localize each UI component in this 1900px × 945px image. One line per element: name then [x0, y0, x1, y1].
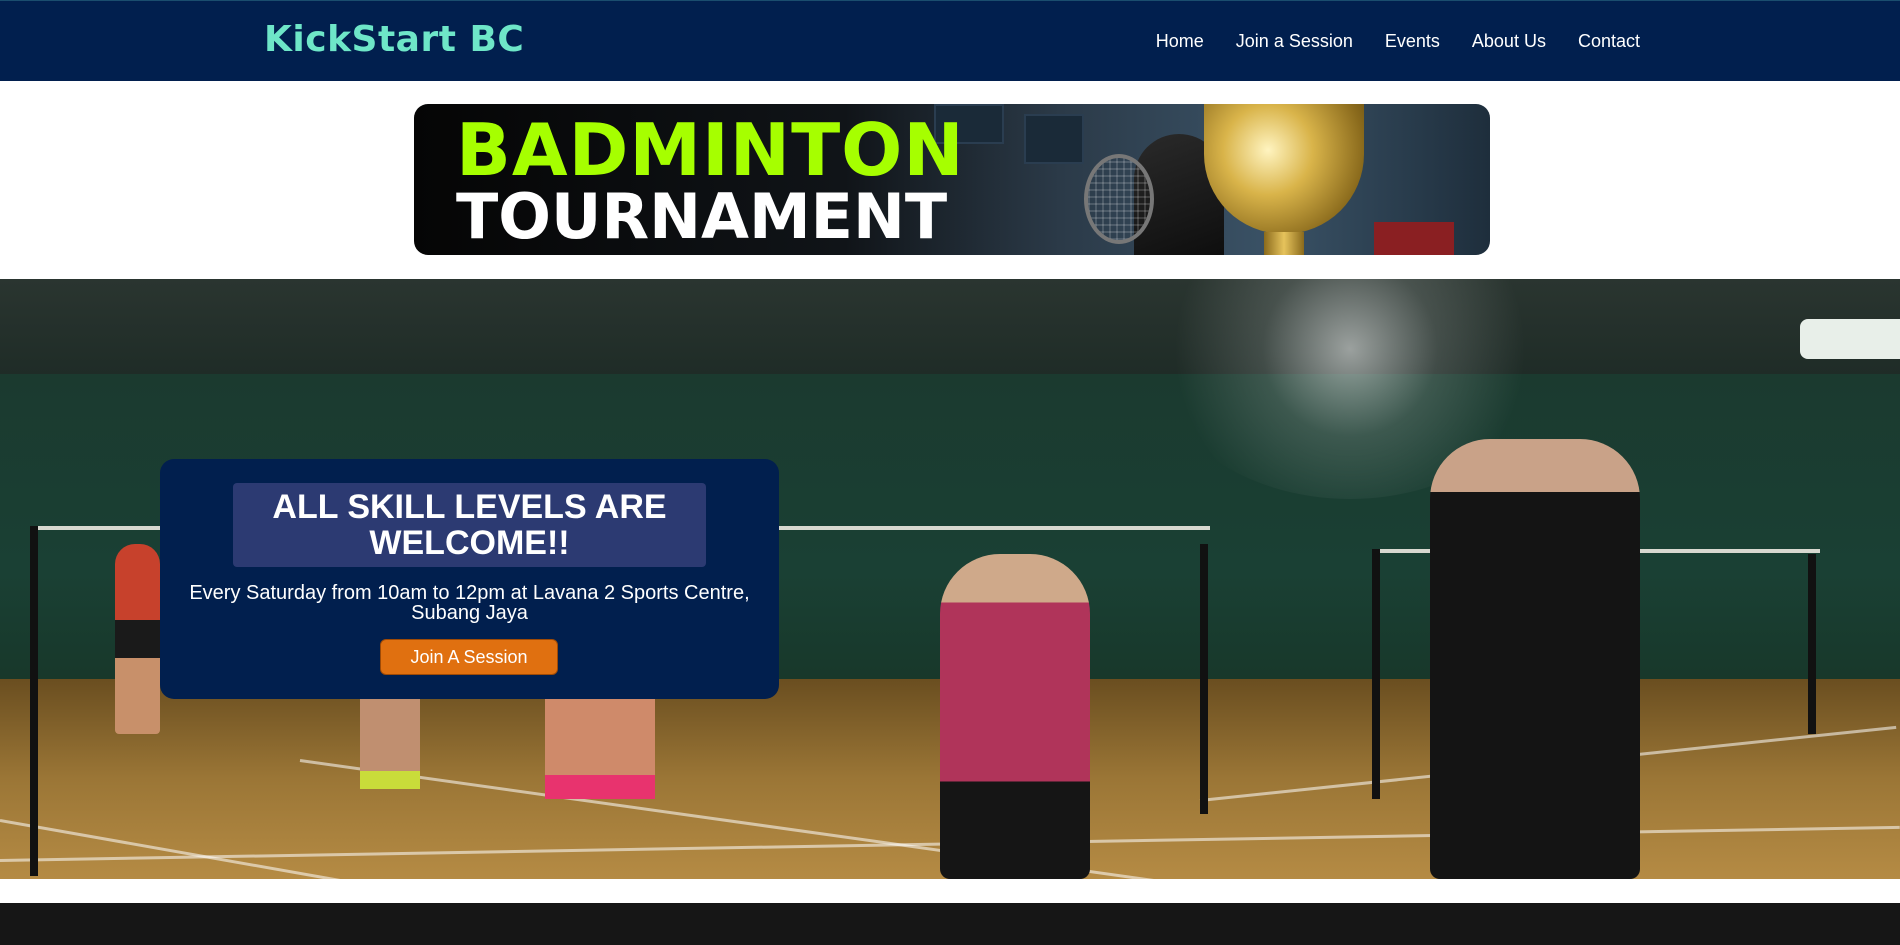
trophy-image: [1204, 104, 1364, 234]
trophy-stem: [1264, 232, 1304, 255]
tournament-banner[interactable]: BADMINTON TOURNAMENT: [414, 104, 1490, 255]
join-session-button[interactable]: Join A Session: [380, 639, 558, 675]
hero-callout-card: ALL SKILL LEVELS ARE WELCOME!! Every Sat…: [160, 459, 779, 699]
site-logo[interactable]: KickStart BC: [264, 19, 524, 60]
nav-link-about-us[interactable]: About Us: [1472, 31, 1546, 52]
hero-title-box: ALL SKILL LEVELS ARE WELCOME!!: [233, 483, 706, 567]
banner-background-detail: [1374, 222, 1454, 255]
player-figure: [940, 554, 1090, 879]
net-post: [30, 526, 38, 876]
ceiling-light: [1800, 319, 1900, 359]
player-figure: [360, 699, 420, 789]
hero-subtitle: Every Saturday from 10am to 12pm at Lava…: [189, 582, 750, 624]
net-post: [1372, 549, 1380, 799]
banner-heading-tournament: TOURNAMENT: [456, 180, 948, 253]
player-figure: [1430, 439, 1640, 879]
banner-heading-badminton: BADMINTON: [456, 108, 965, 192]
player-figure: [115, 544, 160, 734]
banner-background-window: [1024, 114, 1084, 164]
nav-link-join-session[interactable]: Join a Session: [1236, 31, 1353, 52]
racket-image: [1084, 154, 1154, 244]
nav-link-events[interactable]: Events: [1385, 31, 1440, 52]
hero-title: ALL SKILL LEVELS ARE WELCOME!!: [272, 488, 667, 562]
main-nav: Home Join a Session Events About Us Cont…: [1156, 31, 1640, 52]
net-post: [1808, 554, 1816, 734]
nav-link-home[interactable]: Home: [1156, 31, 1204, 52]
net-post: [1200, 544, 1208, 814]
top-navbar: KickStart BC Home Join a Session Events …: [0, 0, 1900, 81]
footer-strip: [0, 903, 1900, 945]
nav-link-contact[interactable]: Contact: [1578, 31, 1640, 52]
hall-ceiling: [0, 279, 1900, 374]
